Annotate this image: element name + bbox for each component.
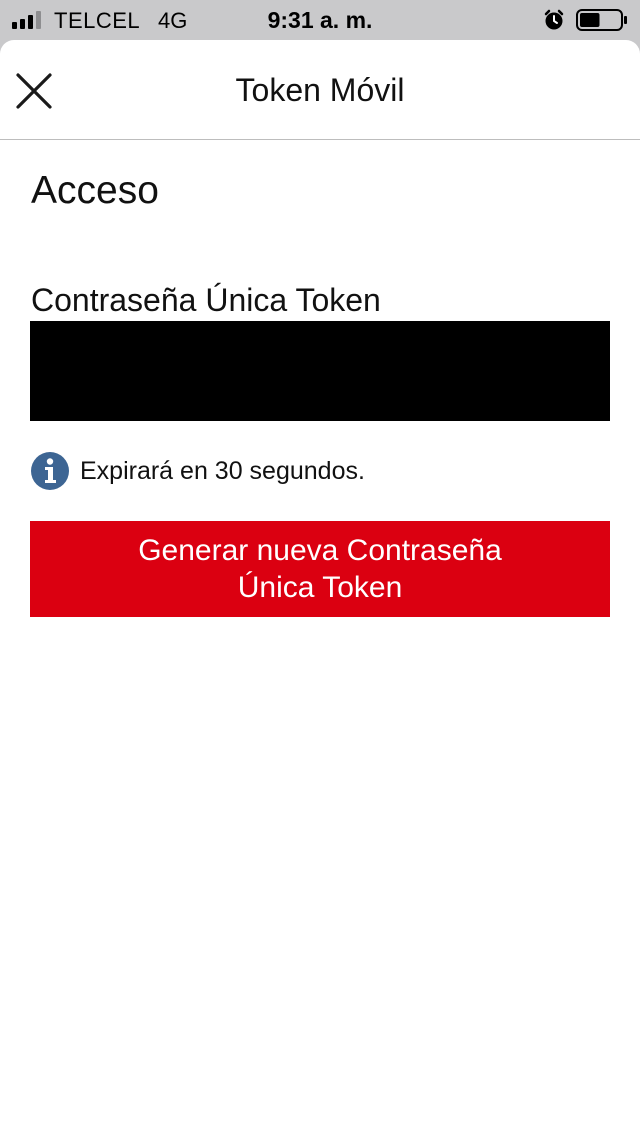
expiry-text: Expirará en 30 segundos.: [80, 456, 365, 485]
alarm-icon: [544, 9, 564, 30]
token-value-field: [30, 321, 610, 421]
generate-token-button[interactable]: Generar nueva Contraseña Única Token: [30, 521, 610, 617]
token-label: Contraseña Única Token: [31, 282, 381, 318]
status-bar: TELCEL 4G 9:31 a. m.: [0, 0, 640, 40]
expiry-info: Expirará en 30 segundos.: [30, 451, 365, 491]
nav-bar: Token Móvil: [0, 40, 640, 140]
generate-button-line-1: Generar nueva Contraseña: [138, 534, 502, 567]
token-sheet: Token Móvil Acceso Contraseña Única Toke…: [0, 40, 640, 1136]
section-title: Acceso: [31, 169, 159, 212]
generate-button-line-2: Única Token: [237, 571, 403, 604]
battery-icon: [576, 9, 627, 31]
page-title: Token Móvil: [235, 72, 405, 108]
info-icon: [31, 452, 69, 490]
